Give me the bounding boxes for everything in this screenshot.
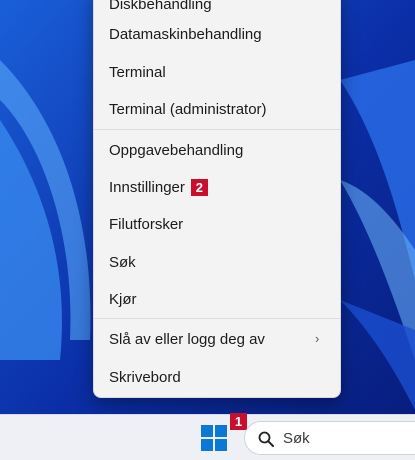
taskbar: 1 Søk — [0, 413, 415, 460]
menu-separator — [94, 129, 340, 130]
menu-item-terminal[interactable]: Terminal — [109, 63, 166, 83]
menu-item-datamaskinbehandling[interactable]: Datamaskinbehandling — [109, 25, 262, 45]
chevron-right-icon: › — [315, 331, 320, 346]
taskbar-search-box[interactable]: Søk — [244, 421, 415, 455]
windows-logo-icon[interactable] — [201, 425, 227, 451]
menu-item-sok[interactable]: Søk — [109, 253, 136, 273]
menu-item-sla-av[interactable]: Slå av eller logg deg av — [109, 330, 265, 350]
menu-item-innstillinger[interactable]: Innstillinger 2 — [109, 178, 208, 198]
menu-item-innstillinger-label: Innstillinger — [109, 179, 185, 196]
callout-badge-2: 2 — [190, 178, 208, 196]
menu-item-terminal-admin[interactable]: Terminal (administrator) — [109, 100, 267, 120]
search-icon — [258, 431, 274, 447]
menu-item-kjor[interactable]: Kjør — [109, 290, 137, 310]
menu-item-diskbehandling[interactable]: Diskbehandling — [109, 0, 212, 15]
menu-item-skrivebord[interactable]: Skrivebord — [109, 368, 181, 388]
menu-separator — [94, 318, 340, 319]
winx-context-menu: Diskbehandling Datamaskinbehandling Term… — [93, 0, 341, 398]
menu-item-oppgavebehandling[interactable]: Oppgavebehandling — [109, 141, 243, 161]
callout-badge-1: 1 — [230, 413, 247, 430]
menu-item-filutforsker[interactable]: Filutforsker — [109, 215, 183, 235]
search-placeholder: Søk — [283, 430, 310, 447]
desktop: Diskbehandling Datamaskinbehandling Term… — [0, 0, 415, 460]
